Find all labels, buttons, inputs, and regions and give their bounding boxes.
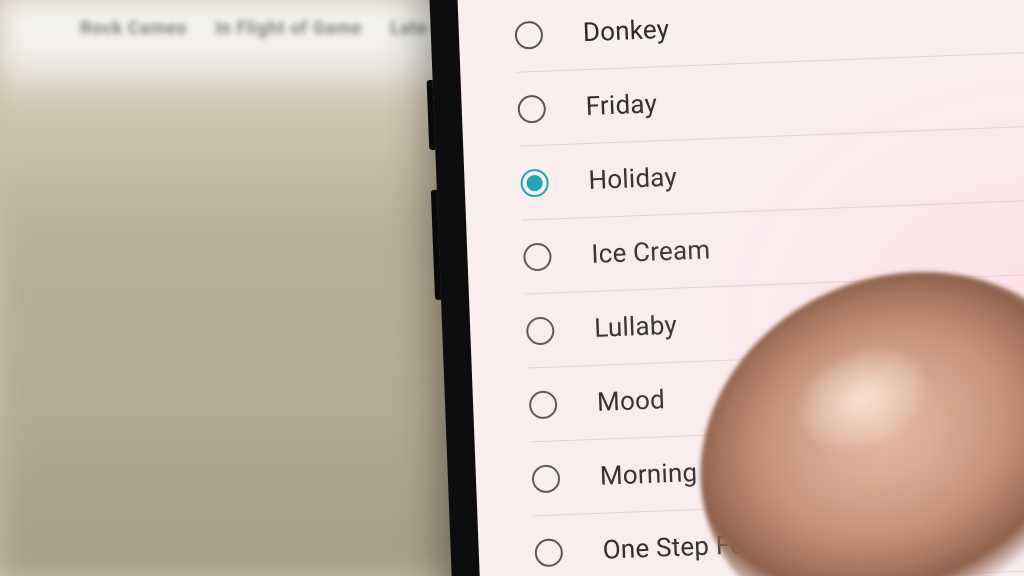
radio-icon[interactable] xyxy=(526,316,555,345)
ringtone-label: Friday xyxy=(585,89,657,122)
radio-icon-selected[interactable] xyxy=(520,168,549,197)
ringtone-label: Donkey xyxy=(582,15,669,48)
ringtone-label: Holiday xyxy=(588,162,677,195)
phone-screen: Donkey Friday Holiday Ice Cream Lullaby xyxy=(456,0,1024,576)
phone-side-button xyxy=(427,80,436,150)
background-blur-text: Rock CameoIn Flight of GameLate App xyxy=(80,18,466,39)
ringtone-label: Ice Cream xyxy=(591,235,711,270)
radio-icon[interactable] xyxy=(514,21,543,50)
ringtone-label: Lullaby xyxy=(594,310,678,343)
radio-icon[interactable] xyxy=(534,538,563,567)
radio-icon[interactable] xyxy=(531,464,560,493)
radio-icon[interactable] xyxy=(517,94,546,123)
phone-device: Donkey Friday Holiday Ice Cream Lullaby xyxy=(428,0,1024,576)
ringtone-list: Donkey Friday Holiday Ice Cream Lullaby xyxy=(514,0,1024,576)
ringtone-label: Morning Glory xyxy=(599,455,765,491)
ringtone-label: One Step Forward xyxy=(602,527,812,565)
radio-icon[interactable] xyxy=(529,390,558,419)
radio-icon[interactable] xyxy=(523,242,552,271)
ringtone-label: Mood xyxy=(597,385,666,418)
